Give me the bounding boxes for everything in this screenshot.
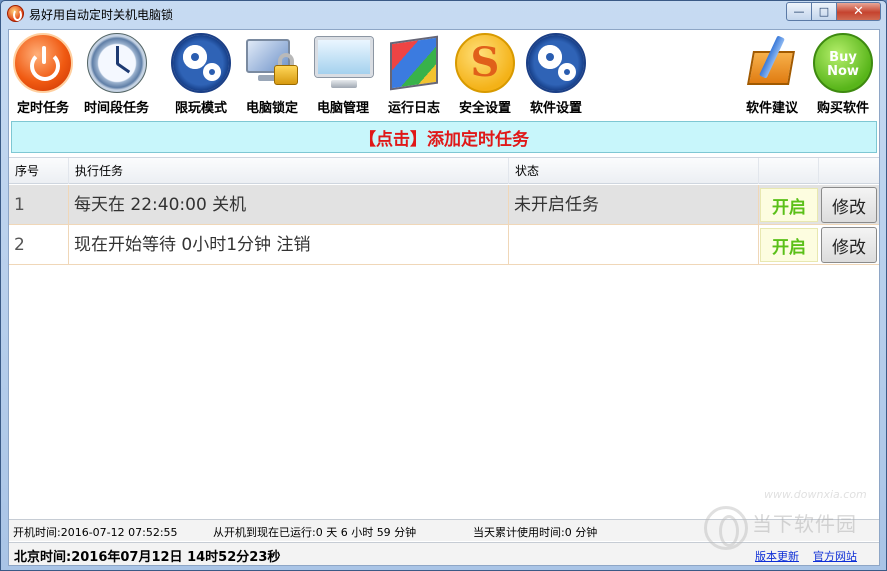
gear-shape	[538, 45, 562, 69]
tool-software-settings[interactable]: 软件设置	[526, 33, 586, 116]
row-status	[509, 225, 759, 265]
gears-icon	[526, 33, 586, 93]
edit-button[interactable]: 修改	[821, 187, 877, 223]
maximize-button[interactable]: □	[812, 2, 837, 21]
table-row[interactable]: 2 现在开始等待 0小时1分钟 注销 开启 修改	[9, 225, 879, 265]
tool-software-suggestion[interactable]: 软件建议	[742, 33, 802, 116]
power-icon	[13, 33, 73, 93]
watermark-logo-icon	[704, 506, 748, 550]
base-shape	[331, 80, 357, 88]
row-num: 2	[9, 225, 69, 265]
gear-shape	[203, 63, 221, 81]
tool-run-log[interactable]: 运行日志	[384, 33, 444, 116]
tool-security-settings[interactable]: S 安全设置	[455, 33, 515, 116]
tool-time-period-task[interactable]: 时间段任务	[84, 33, 149, 116]
buy-line-2: Now	[827, 64, 859, 79]
tool-label: 定时任务	[16, 101, 69, 116]
column-header-blank	[759, 158, 819, 184]
s-glyph: S	[470, 39, 500, 86]
uptime: 从开机到现在已运行:0 天 6 小时 59 分钟	[213, 526, 417, 539]
gears-icon	[171, 33, 231, 93]
tool-label: 运行日志	[387, 101, 440, 116]
enable-button[interactable]: 开启	[760, 228, 818, 262]
watermark-url: www.downxia.com	[764, 488, 867, 501]
column-header-num[interactable]: 序号	[9, 158, 69, 184]
row-status: 未开启任务	[509, 185, 759, 225]
tool-label: 软件建议	[745, 101, 798, 116]
beijing-time: 北京时间:2016年07月12日 14时52分23秒	[14, 550, 281, 565]
row-num: 1	[9, 185, 69, 225]
s-shield-icon: S	[455, 33, 515, 93]
toolbar: 定时任务 时间段任务 限玩模式 电脑锁定 电脑管理 运行日志 S 安全设置 软件…	[9, 30, 879, 116]
column-header-blank	[819, 158, 879, 184]
row-task: 现在开始等待 0小时1分钟 注销	[69, 225, 509, 265]
tool-computer-lock[interactable]: 电脑锁定	[242, 33, 302, 116]
minimize-button[interactable]: —	[786, 2, 812, 21]
tool-play-limit-mode[interactable]: 限玩模式	[171, 33, 231, 116]
watermark: www.downxia.com 当下软件园	[704, 488, 874, 562]
tool-label: 软件设置	[529, 101, 582, 116]
column-header-task[interactable]: 执行任务	[69, 158, 509, 184]
table-row[interactable]: 1 每天在 22:40:00 关机 未开启任务 开启 修改	[9, 185, 879, 225]
window-controls: — □ ✕	[786, 2, 881, 21]
boot-time: 开机时间:2016-07-12 07:52:55	[13, 526, 178, 539]
gear-shape	[558, 63, 576, 81]
tool-buy-software[interactable]: Buy Now 购买软件	[813, 33, 873, 116]
enable-button[interactable]: 开启	[760, 188, 818, 222]
tool-label: 电脑锁定	[245, 101, 298, 116]
box-shape	[390, 35, 438, 91]
tool-computer-management[interactable]: 电脑管理	[313, 33, 373, 116]
computer-lock-icon	[242, 33, 302, 93]
column-header-status[interactable]: 状态	[509, 158, 759, 184]
title-bar[interactable]: 易好用自动定时关机电脑锁 — □ ✕	[1, 1, 886, 27]
buy-now-icon: Buy Now	[813, 33, 873, 93]
screen-shape	[315, 37, 373, 77]
gear-shape	[183, 45, 207, 69]
tool-label: 电脑管理	[316, 101, 369, 116]
tool-label: 限玩模式	[174, 101, 227, 116]
client-area: 定时任务 时间段任务 限玩模式 电脑锁定 电脑管理 运行日志 S 安全设置 软件…	[8, 29, 880, 566]
tool-label: 安全设置	[458, 101, 511, 116]
tool-label: 时间段任务	[84, 101, 150, 116]
watermark-text: 当下软件园	[752, 512, 857, 536]
window-title: 易好用自动定时关机电脑锁	[29, 8, 174, 22]
edit-button[interactable]: 修改	[821, 227, 877, 263]
app-window: 易好用自动定时关机电脑锁 — □ ✕ 定时任务 时间段任务 限玩模式 电脑锁定 …	[0, 0, 887, 571]
clock-icon	[86, 33, 147, 93]
close-button[interactable]: ✕	[837, 2, 881, 21]
lock-body-shape	[274, 65, 298, 85]
row-task: 每天在 22:40:00 关机	[69, 185, 509, 225]
pencil-notepad-icon	[742, 33, 802, 93]
monitor-icon	[313, 33, 373, 93]
add-task-button[interactable]: 【点击】添加定时任务	[11, 121, 877, 153]
app-power-icon	[7, 5, 24, 22]
tool-label: 购买软件	[816, 101, 869, 116]
log-box-icon	[384, 33, 444, 93]
task-table: 序号 执行任务 状态 1 每天在 22:40:00 关机 未开启任务 开启 修改…	[9, 157, 879, 518]
table-header: 序号 执行任务 状态	[9, 158, 879, 184]
today-usage: 当天累计使用时间:0 分钟	[473, 526, 598, 539]
tool-scheduled-task[interactable]: 定时任务	[13, 33, 73, 116]
buy-line-1: Buy	[829, 50, 857, 65]
